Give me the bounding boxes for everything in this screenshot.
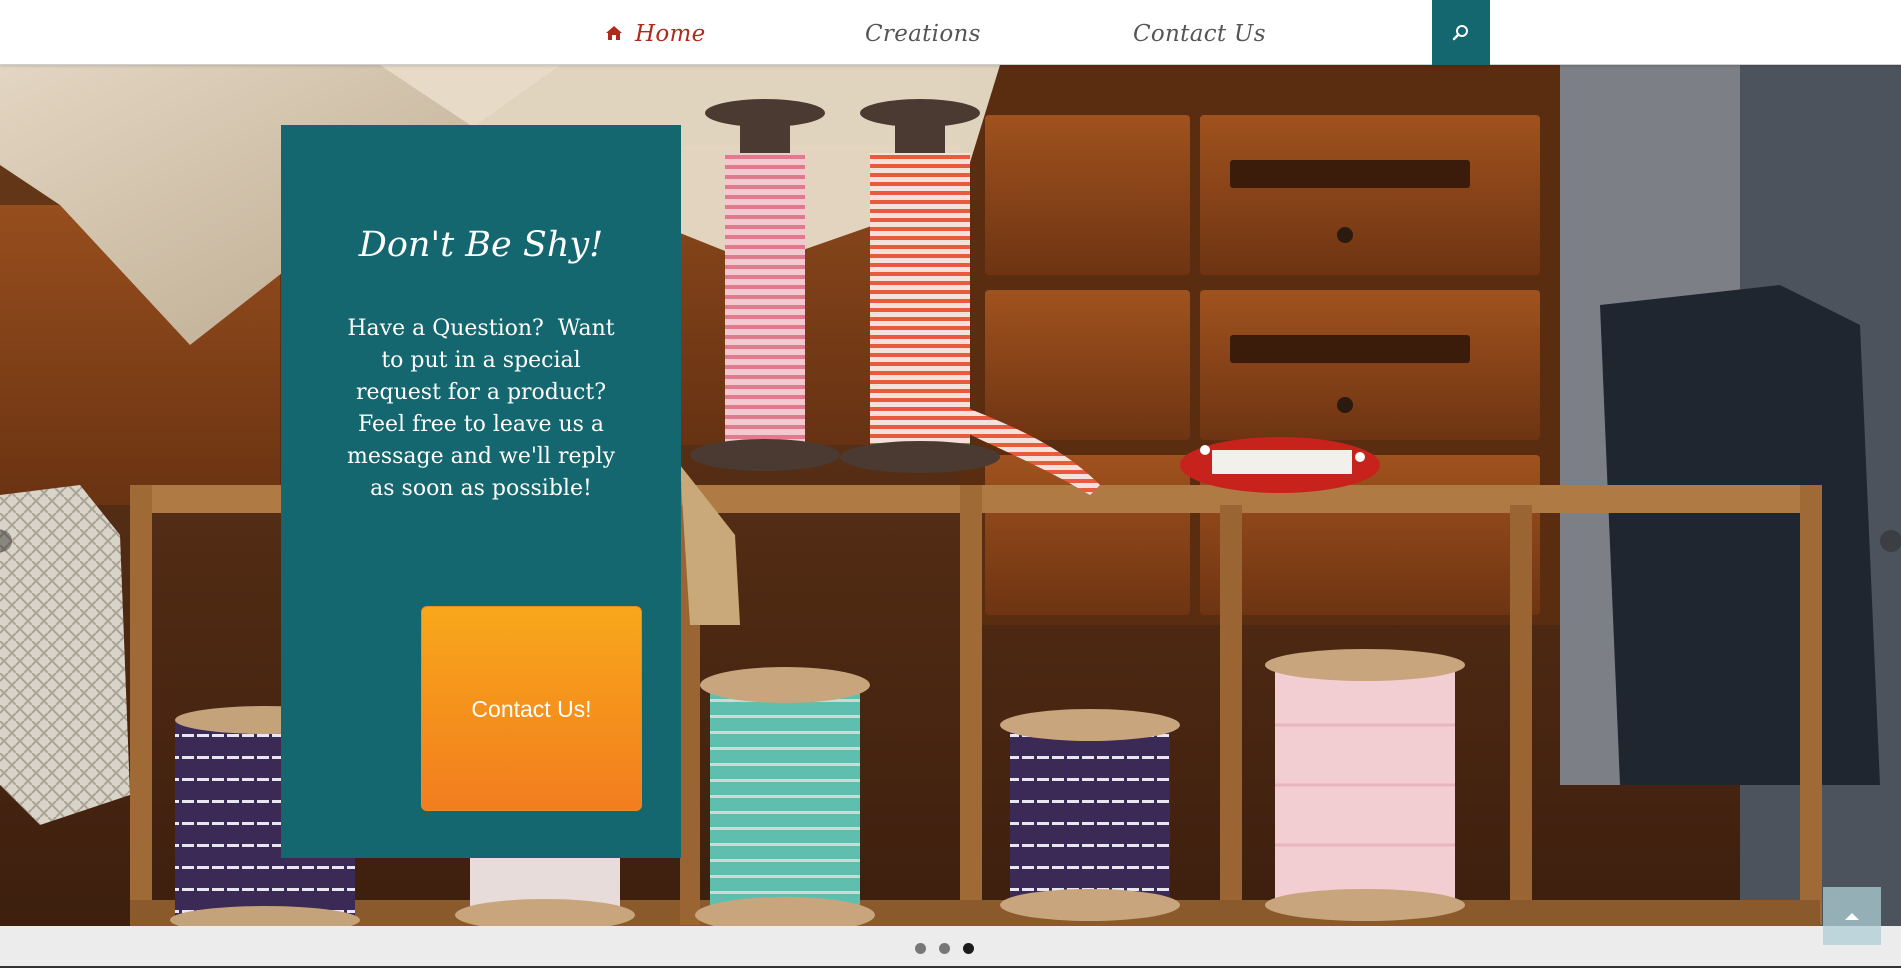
- home-icon: [606, 26, 622, 40]
- card-title: Don't Be Shy!: [358, 225, 604, 265]
- top-navigation: Home Creations Contact Us: [0, 0, 1901, 65]
- contact-us-button[interactable]: Contact Us!: [421, 606, 642, 811]
- nav-item-creations[interactable]: Creations: [865, 14, 981, 54]
- contact-promo-card: Don't Be Shy! Have a Question? Want to p…: [281, 125, 681, 858]
- slider-dot-1[interactable]: [915, 943, 926, 954]
- slider-dots: [915, 943, 974, 954]
- nav-item-contact-us[interactable]: Contact Us: [1133, 14, 1266, 54]
- slider-next-arrow[interactable]: [1880, 530, 1901, 552]
- slider-pagination-bar: [0, 926, 1901, 966]
- slider-dot-2[interactable]: [939, 943, 950, 954]
- slider-dot-3[interactable]: [963, 943, 974, 954]
- card-description: Have a Question? Want to put in a specia…: [346, 316, 623, 501]
- nav-item-label: Home: [635, 21, 706, 47]
- nav-item-home[interactable]: Home: [605, 14, 706, 54]
- nav-item-label: Contact Us: [1133, 21, 1266, 47]
- search-button[interactable]: [1432, 0, 1490, 65]
- chevron-up-icon: [1845, 913, 1859, 920]
- search-icon: [1452, 24, 1468, 40]
- scroll-to-top-button[interactable]: [1823, 887, 1881, 945]
- nav-item-label: Creations: [865, 21, 981, 47]
